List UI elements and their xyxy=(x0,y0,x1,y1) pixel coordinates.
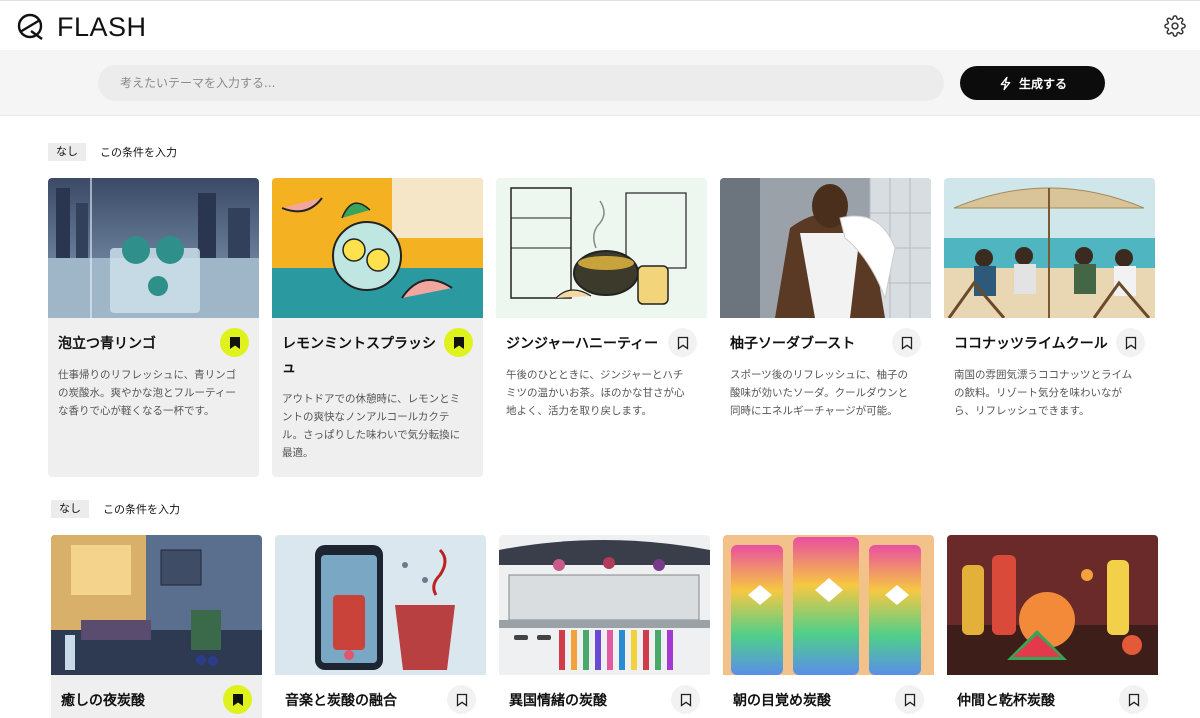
card-title: 泡立つ青リンゴ xyxy=(58,336,156,352)
card-body: 泡立つ青リンゴ 仕事帰りのリフレッシュに、青リンゴの炭酸水。爽やかな泡とフルーテ… xyxy=(48,318,259,420)
lightning-icon xyxy=(1000,76,1011,90)
card-title: ココナッツライムクール xyxy=(954,336,1108,352)
bookmark-button[interactable] xyxy=(223,685,252,714)
card-title: 異国情緒の炭酸 xyxy=(509,693,607,709)
card-body: 音楽と炭酸の融合 xyxy=(275,675,486,714)
card-title: 仲間と乾杯炭酸 xyxy=(957,693,1055,709)
card-image xyxy=(499,535,710,675)
bookmark-icon xyxy=(232,693,243,706)
bookmark-icon xyxy=(229,336,240,349)
condition-input-link[interactable]: この条件を入力 xyxy=(103,501,180,517)
card-body: レモンミントスプラッシュ アウトドアでの休憩時に、レモンとミントの爽快なノンアル… xyxy=(272,318,483,462)
card-body: 異国情緒の炭酸 xyxy=(499,675,710,714)
card-title: 癒しの夜炭酸 xyxy=(61,693,145,709)
card-title: 朝の目覚め炭酸 xyxy=(733,693,831,709)
bookmark-icon xyxy=(1125,336,1136,350)
card-image xyxy=(944,178,1155,318)
bookmark-icon xyxy=(680,693,691,707)
bookmark-icon xyxy=(901,336,912,350)
gear-icon[interactable] xyxy=(1164,15,1186,37)
generate-button-label: 生成する xyxy=(1018,76,1067,91)
card-image xyxy=(275,535,486,675)
idea-card[interactable]: 癒しの夜炭酸 xyxy=(51,535,262,718)
bookmark-button[interactable] xyxy=(220,328,249,357)
bookmark-button[interactable] xyxy=(1119,685,1148,714)
card-image xyxy=(48,178,259,318)
card-title: ジンジャーハニーティー xyxy=(506,336,659,352)
bookmark-icon xyxy=(453,336,464,349)
card-image xyxy=(720,178,931,318)
condition-input-link[interactable]: この条件を入力 xyxy=(100,144,177,160)
bookmark-button[interactable] xyxy=(1116,328,1145,357)
card-description: 南国の雰囲気漂うココナッツとライムの飲料。リゾート気分を味わいながら、リフレッシ… xyxy=(954,369,1133,417)
app-logo[interactable]: FLASH xyxy=(17,13,147,41)
filter-row-1: なし この条件を入力 xyxy=(48,143,177,161)
bookmark-icon xyxy=(677,336,688,350)
idea-card[interactable]: 仲間と乾杯炭酸 xyxy=(947,535,1158,718)
card-image xyxy=(272,178,483,318)
idea-card[interactable]: 柚子ソーダブースト スポーツ後のリフレッシュに、柚子の酸味が効いたソーダ。クール… xyxy=(720,178,931,477)
bookmark-icon xyxy=(1128,693,1139,707)
idea-card[interactable]: レモンミントスプラッシュ アウトドアでの休憩時に、レモンとミントの爽快なノンアル… xyxy=(272,178,483,477)
bookmark-button[interactable] xyxy=(447,685,476,714)
bookmark-button[interactable] xyxy=(668,328,697,357)
card-body: ココナッツライムクール 南国の雰囲気漂うココナッツとライムの飲料。リゾート気分を… xyxy=(944,318,1155,420)
card-description: 仕事帰りのリフレッシュに、青リンゴの炭酸水。爽やかな泡とフルーティーな香りで心が… xyxy=(58,369,237,417)
search-bar: 生成する xyxy=(0,50,1200,116)
top-bar: FLASH xyxy=(0,0,1200,50)
bookmark-button[interactable] xyxy=(892,328,921,357)
card-body: 柚子ソーダブースト スポーツ後のリフレッシュに、柚子の酸味が効いたソーダ。クール… xyxy=(720,318,931,420)
card-title: 柚子ソーダブースト xyxy=(730,336,856,352)
idea-card[interactable]: 朝の目覚め炭酸 xyxy=(723,535,934,718)
card-title: 音楽と炭酸の融合 xyxy=(285,693,397,709)
card-image xyxy=(723,535,934,675)
card-title: レモンミントスプラッシュ xyxy=(282,336,436,376)
idea-card[interactable]: ココナッツライムクール 南国の雰囲気漂うココナッツとライムの飲料。リゾート気分を… xyxy=(944,178,1155,477)
filter-chip[interactable]: なし xyxy=(51,500,89,518)
idea-card[interactable]: 異国情緒の炭酸 xyxy=(499,535,710,718)
card-body: ジンジャーハニーティー 午後のひとときに、ジンジャーとハチミツの温かいお茶。ほの… xyxy=(496,318,707,420)
card-description: 午後のひとときに、ジンジャーとハチミツの温かいお茶。ほのかな甘さが心地よく、活力… xyxy=(506,369,685,417)
card-image xyxy=(51,535,262,675)
bookmark-icon xyxy=(904,693,915,707)
bookmark-button[interactable] xyxy=(444,328,473,357)
card-body: 仲間と乾杯炭酸 xyxy=(947,675,1158,714)
card-description: スポーツ後のリフレッシュに、柚子の酸味が効いたソーダ。クールダウンと同時にエネル… xyxy=(730,369,909,417)
bookmark-button[interactable] xyxy=(671,685,700,714)
filter-row-2: なし この条件を入力 xyxy=(51,500,180,518)
card-image xyxy=(496,178,707,318)
idea-card[interactable]: 泡立つ青リンゴ 仕事帰りのリフレッシュに、青リンゴの炭酸水。爽やかな泡とフルーテ… xyxy=(48,178,259,477)
logo-mark-icon xyxy=(17,13,43,40)
idea-card[interactable]: ジンジャーハニーティー 午後のひとときに、ジンジャーとハチミツの温かいお茶。ほの… xyxy=(496,178,707,477)
idea-card[interactable]: 音楽と炭酸の融合 xyxy=(275,535,486,718)
card-body: 朝の目覚め炭酸 xyxy=(723,675,934,714)
bookmark-button[interactable] xyxy=(895,685,924,714)
bookmark-icon xyxy=(456,693,467,707)
theme-search-input[interactable] xyxy=(98,65,944,101)
card-image xyxy=(947,535,1158,675)
filter-chip[interactable]: なし xyxy=(48,143,86,161)
card-body: 癒しの夜炭酸 xyxy=(51,675,262,714)
card-description: アウトドアでの休憩時に、レモンとミントの爽快なノンアルコールカクテル。さっぱりし… xyxy=(282,393,461,459)
generate-button[interactable]: 生成する xyxy=(960,66,1105,100)
app-name: FLASH xyxy=(57,12,147,42)
